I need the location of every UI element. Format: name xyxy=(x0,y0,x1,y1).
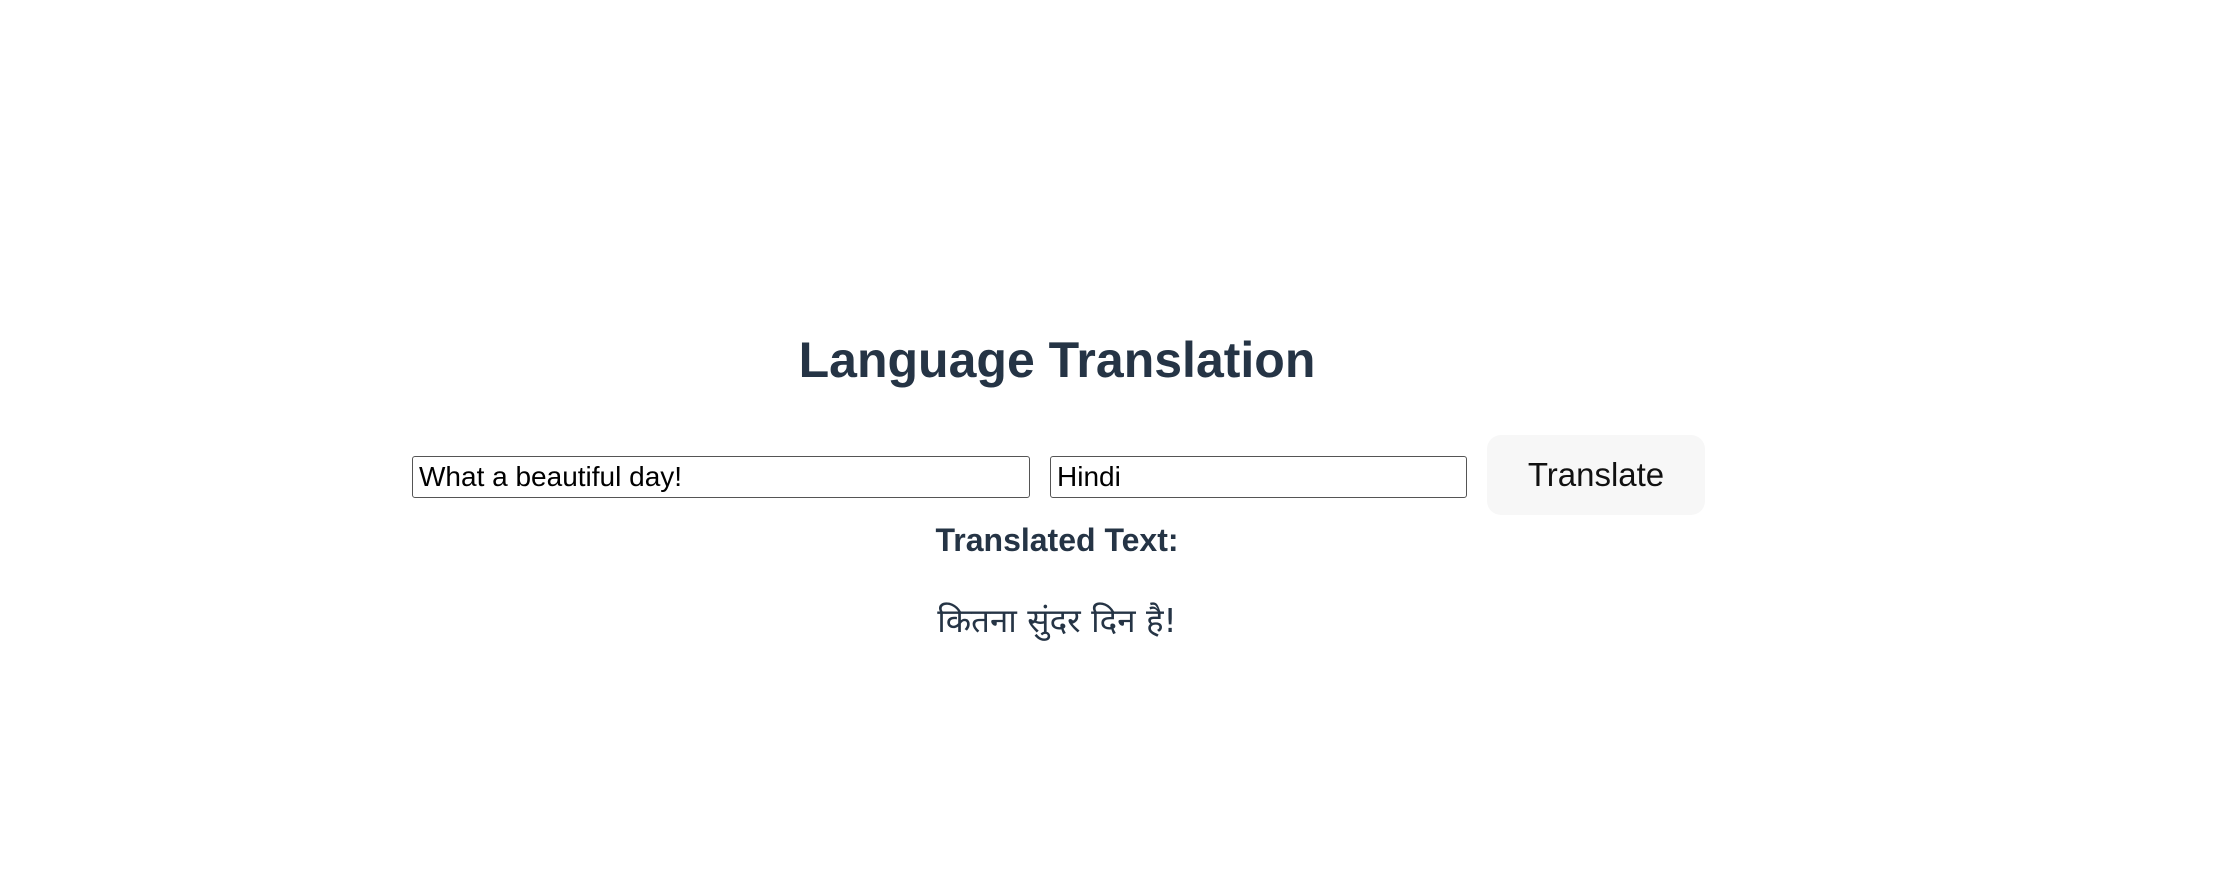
translation-form: Translate xyxy=(412,433,1712,515)
source-text-input[interactable] xyxy=(412,456,1030,498)
translated-text-output: कितना सुंदर दिन है! xyxy=(937,601,1177,640)
page-title: Language Translation xyxy=(798,332,1316,388)
target-language-input[interactable] xyxy=(1050,456,1467,498)
translate-button[interactable]: Translate xyxy=(1487,435,1705,515)
translation-page: Language Translation Translate Translate… xyxy=(0,0,2226,884)
translated-text-heading: Translated Text: xyxy=(935,522,1179,558)
